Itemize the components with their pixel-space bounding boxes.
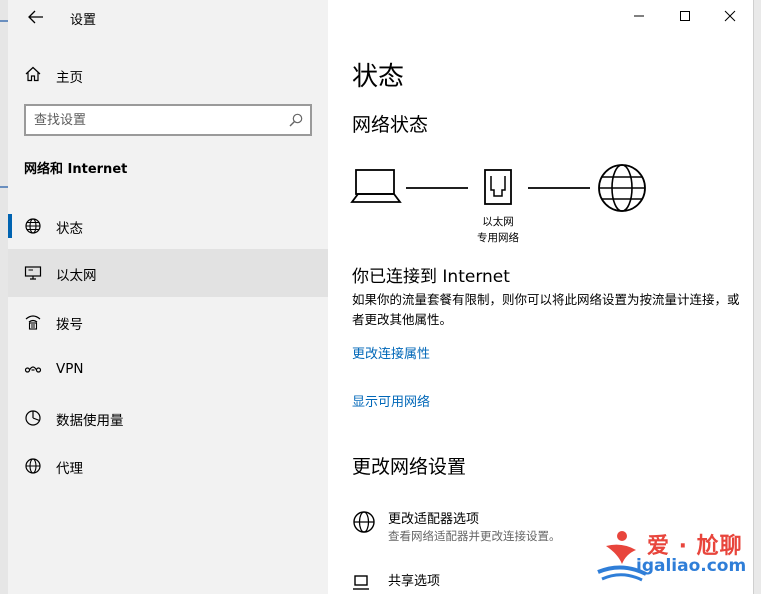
option-subtitle: 查看网络适配器并更改连接设置。 [388,529,561,543]
network-status-heading: 网络状态 [352,114,429,136]
sidebar-item-label: 状态 [56,221,83,237]
sidebar-item-label: 以太网 [56,268,97,284]
home-icon [25,66,41,82]
background-window-edge [753,0,761,594]
adapter-globe-icon [353,511,375,533]
maximize-button[interactable] [662,0,708,32]
selection-indicator [8,214,12,238]
ethernet-icon [24,266,42,280]
network-diagram: 以太网 专用网络 [350,160,660,250]
data-usage-icon [25,410,41,426]
show-available-networks-link[interactable]: 显示可用网络 [352,391,430,410]
minimize-icon [634,15,644,17]
option-title: 共享选项 [388,574,441,589]
network-diagram-graphic [350,164,646,212]
watermark-text-en: igaliao.com [636,556,747,576]
search-field[interactable] [24,104,312,136]
vpn-icon [24,366,42,373]
network-profile: 专用网络 [477,232,519,244]
search-icon [289,113,303,127]
sidebar: 设置 主页 网络和 Internet 状态 以太网 [8,0,328,594]
sidebar-item-label: 数据使用量 [56,413,124,429]
dialup-icon [25,315,41,330]
close-button[interactable] [707,0,753,32]
globe-icon [25,218,41,234]
sidebar-item-label: 代理 [56,461,83,477]
connection-status-title: 你已连接到 Internet [352,267,510,287]
content-pane: 状态 网络状态 以太网 专用网络 你已连接到 Internet 如果你的流量套餐… [328,0,753,594]
sidebar-item-dialup[interactable]: 拨号 [8,298,328,346]
sidebar-item-proxy[interactable]: 代理 [8,442,328,490]
ethernet-port-icon [484,169,512,205]
proxy-globe-icon [25,458,41,474]
sidebar-item-vpn[interactable]: VPN [8,346,328,394]
edge-mark [0,186,8,188]
maximize-icon [680,11,690,21]
background-window-edge [0,0,8,594]
sidebar-item-label: VPN [56,361,84,377]
edge-mark [0,20,8,22]
connection-status-description: 如果你的流量套餐有限制，则你可以将此网络设置为按流量计连接，或者更改其他属性。 [352,292,740,327]
change-connection-properties-link[interactable]: 更改连接属性 [352,343,430,362]
globe-icon [598,164,646,212]
sidebar-item-home[interactable]: 主页 [8,58,328,90]
sidebar-item-label: 拨号 [56,317,83,333]
section-title: 网络和 Internet [24,162,128,177]
change-network-settings-heading: 更改网络设置 [352,456,467,478]
sidebar-item-ethernet[interactable]: 以太网 [8,249,328,297]
back-button[interactable] [22,4,50,30]
close-icon [724,10,736,22]
site-watermark: 爱 · 尬聊 igaliao.com [592,524,754,584]
minimize-button[interactable] [616,0,662,32]
adapter-name: 以太网 [482,216,514,228]
sidebar-item-data-usage[interactable]: 数据使用量 [8,394,328,442]
back-arrow-icon [28,10,43,24]
sharing-icon [353,575,369,590]
sidebar-item-label: 主页 [56,70,83,86]
app-title: 设置 [70,13,97,28]
laptop-icon [350,169,402,203]
page-title: 状态 [352,62,405,92]
search-input[interactable] [34,111,274,129]
sidebar-item-status[interactable]: 状态 [8,202,328,250]
option-title: 更改适配器选项 [388,512,480,527]
